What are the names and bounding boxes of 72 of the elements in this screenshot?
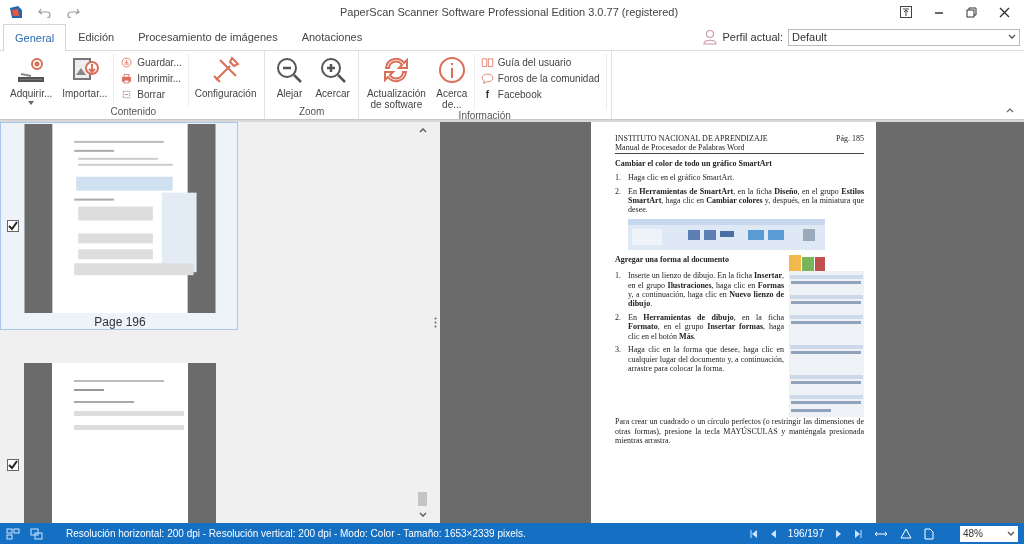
ribbon-button[interactable]: Acerca de... (431, 54, 472, 110)
step-text: Haga clic en el gráfico SmartArt. (628, 173, 735, 183)
step-number: 1. (615, 173, 622, 183)
facebook-icon: f (480, 88, 494, 100)
previous-page-icon[interactable] (769, 529, 776, 538)
speech-bubble-icon (480, 71, 494, 85)
paragraph: Para crear un cuadrado o un círculo perfectos (o restringir las dimensiones de otras formas), presione la tecla MAYÚSCULAS y manténgala presionada mientras arrastra. (615, 417, 864, 446)
ribbon-button[interactable]: Acercar (311, 54, 354, 106)
chevron-down-icon (1007, 530, 1015, 537)
collapse-icon[interactable] (1006, 107, 1014, 113)
first-page-icon[interactable] (749, 529, 758, 538)
ribbon-button[interactable]: Configuración (190, 54, 261, 106)
printer-icon (120, 71, 134, 85)
ribbon-button[interactable]: Adquirir... (6, 54, 57, 106)
group-label: Zoom (297, 106, 326, 117)
checkbox[interactable] (6, 459, 19, 471)
page-icon[interactable] (924, 527, 934, 540)
ribbon-button[interactable]: Foros de la comunidad (478, 70, 602, 86)
profile-label: Perfil actual: (722, 31, 783, 43)
page-label: Page 196 (94, 315, 146, 329)
pin-icon[interactable] (900, 6, 912, 18)
scroll-thumb[interactable] (418, 492, 427, 506)
ribbon-button[interactable]: Guía del usuario (478, 54, 602, 70)
ribbon-button[interactable]: Alejar (269, 54, 310, 106)
step-text: Inserte un lienzo de dibujo. En la ficha Insertar, en el grupo Ilustraciones, haga clic en Formas y, a continuación, haga clic en Nuevo lienzo de dibujo. (628, 271, 784, 309)
user-icon (703, 29, 720, 45)
step-text: Haga clic en la forma que desee, haga clic en cualquier lugar del documento y, a continuación, arrastre para colocar la forma. (628, 345, 784, 374)
ribbon-tab[interactable]: Procesamiento de imágenes (126, 24, 290, 50)
step-number: 3. (615, 345, 622, 357)
section-heading: Cambiar el color de todo un gráfico SmartArt (615, 158, 773, 169)
rotate-icon[interactable] (900, 527, 912, 540)
zoom-dropdown[interactable]: 48% (960, 525, 1018, 542)
page-header-text: Manual de Procesador de Palabras Word (615, 143, 746, 153)
undo-icon[interactable] (38, 6, 52, 18)
step-text: En Herramientas de dibujo, en la ficha Formato, en el grupo Insertar formas, haga clic en el botón Más. (628, 312, 784, 342)
ribbon-button[interactable]: Actualización de software (362, 54, 430, 110)
step-number: 2. (615, 186, 622, 198)
scroll-down-icon[interactable] (418, 512, 427, 518)
group-label: Información (457, 110, 512, 121)
profile-dropdown[interactable]: Default (788, 28, 1020, 46)
window-title: PaperScan Scanner Software Professional Edition 3.0.77 (registered) (339, 6, 679, 18)
app-logo-icon (8, 4, 24, 20)
checkbox[interactable] (6, 220, 19, 232)
ribbon-button[interactable]: Guardar... (118, 54, 184, 70)
page-thumbnail[interactable]: Page 196 (0, 122, 238, 330)
pages-icon[interactable] (30, 527, 44, 540)
close-icon[interactable] (999, 6, 1010, 18)
step-number: 2. (615, 312, 622, 324)
page-header-text: INSTITUTO NACIONAL DE APRENDIZAJE (615, 134, 768, 144)
chevron-down-icon (1008, 34, 1016, 40)
ribbon-button[interactable]: Borrar (118, 86, 184, 102)
group-label: Contenido (109, 106, 157, 117)
page-counter: 196/197 (787, 528, 824, 539)
section-heading: Agregar una forma al documento (615, 254, 730, 265)
redo-icon[interactable] (66, 6, 80, 18)
ribbon-tab[interactable]: General (3, 24, 67, 51)
restore-icon[interactable] (966, 6, 977, 18)
ribbon-button[interactable]: f Facebook (478, 86, 602, 102)
last-page-icon[interactable] (854, 529, 862, 538)
splitter-grip-icon[interactable] (433, 317, 437, 328)
page-number: Pág. 185 (836, 134, 864, 145)
scroll-up-icon[interactable] (418, 127, 427, 133)
step-number: 1. (615, 271, 622, 283)
ribbon-tab[interactable]: Edición (66, 24, 127, 50)
status-text: Resolución horizontal: 200 dpi - Resolución vertical: 200 dpi - Modo: Color - Tamaño: 1653×2339 pixels. (66, 528, 526, 539)
ribbon-button[interactable]: Importar... (58, 54, 112, 106)
layout-icon[interactable] (6, 527, 20, 540)
step-text: En Herramientas de SmartArt, en la ficha Diseño, en el grupo Estilos SmartArt, haga clic en Cambiar colores y, después, en la miniatura que desee. (628, 186, 864, 215)
ribbon-button[interactable]: Imprimir... (118, 70, 184, 86)
book-icon (480, 55, 494, 69)
next-page-icon[interactable] (836, 529, 842, 538)
ribbon-tab[interactable]: Anotaciones (289, 24, 375, 50)
